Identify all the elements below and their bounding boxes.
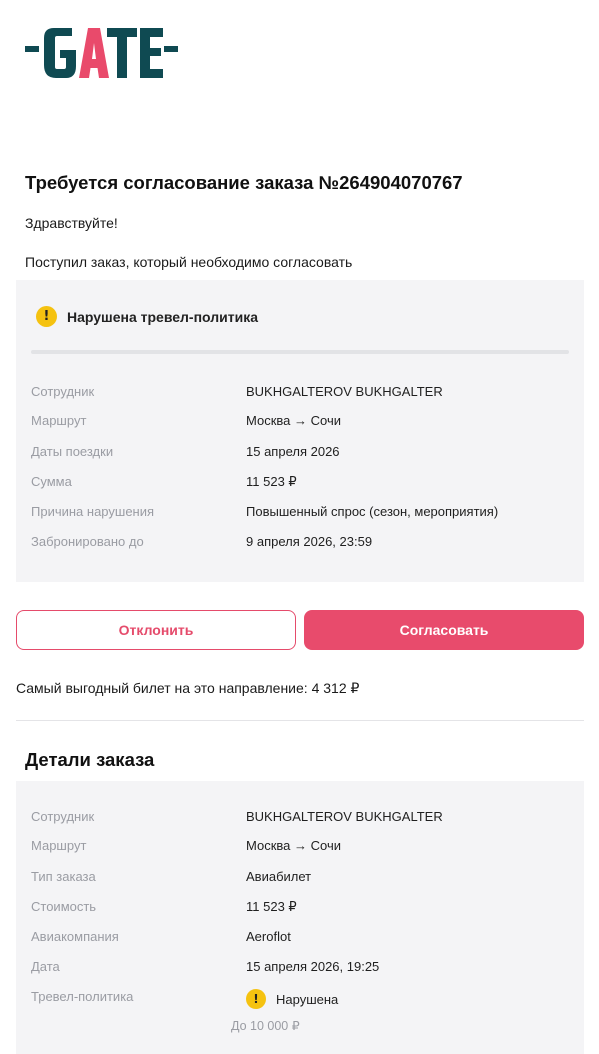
gate-logo <box>25 28 178 78</box>
policy-status-text: Нарушена <box>276 991 339 1007</box>
policy-limit: До 10 000 ₽ <box>231 1019 300 1033</box>
info-value: 9 апреля 2026, 23:59 <box>246 534 373 549</box>
info-value: 11 523 ₽ <box>246 474 297 489</box>
info-value: Повышенный спрос (сезон, мероприятия) <box>246 504 499 519</box>
violation-heading: Нарушена тревел-политика <box>67 308 259 325</box>
approve-button[interactable]: Согласовать <box>304 610 584 650</box>
reject-button[interactable]: Отклонить <box>16 610 296 650</box>
details-title: Детали заказа <box>25 749 155 770</box>
info-label: Причина нарушения <box>31 504 155 519</box>
info-label: Сумма <box>31 474 72 489</box>
warning-icon: ! <box>246 989 266 1009</box>
section-divider <box>16 720 584 721</box>
detail-label: Сотрудник <box>31 809 95 824</box>
detail-value: Aeroflot <box>246 929 291 944</box>
detail-label: Дата <box>31 959 60 974</box>
detail-value: Москва → Сочи <box>246 838 341 853</box>
detail-value: Авиабилет <box>246 869 312 884</box>
info-value: 15 апреля 2026 <box>246 444 340 459</box>
details-panel: Сотрудник BUKHGALTEROV BUKHGALTER Маршру… <box>16 781 584 1054</box>
greeting-text: Здравствуйте! <box>25 215 118 231</box>
detail-label: Авиакомпания <box>31 929 119 944</box>
panel-divider <box>31 350 569 354</box>
info-value: Москва → Сочи <box>246 413 341 428</box>
detail-label: Тревел-политика <box>31 989 134 1004</box>
email-title: Требуется согласование заказа №264904070… <box>25 172 463 193</box>
policy-status: ! Нарушена <box>246 989 338 1009</box>
detail-label: Маршрут <box>31 838 87 853</box>
info-label: Даты поездки <box>31 444 114 459</box>
info-value: BUKHGALTEROV BUKHGALTER <box>246 384 443 399</box>
info-label: Маршрут <box>31 413 87 428</box>
info-label: Сотрудник <box>31 384 95 399</box>
email-page: Требуется согласование заказа №264904070… <box>0 0 599 1054</box>
detail-label: Тип заказа <box>31 869 96 884</box>
detail-value: 15 апреля 2026, 19:25 <box>246 959 380 974</box>
info-label: Забронировано до <box>31 534 144 549</box>
detail-value: 11 523 ₽ <box>246 899 297 914</box>
detail-value: BUKHGALTEROV BUKHGALTER <box>246 809 443 824</box>
violation-header: ! Нарушена тревел-политика <box>36 306 258 327</box>
violation-panel: ! Нарушена тревел-политика Сотрудник BUK… <box>16 280 584 582</box>
detail-label: Стоимость <box>31 899 97 914</box>
warning-icon: ! <box>36 306 57 327</box>
cheapest-ticket-text: Самый выгодный билет на это направление:… <box>16 680 360 696</box>
lead-text: Поступил заказ, который необходимо согла… <box>25 254 353 270</box>
